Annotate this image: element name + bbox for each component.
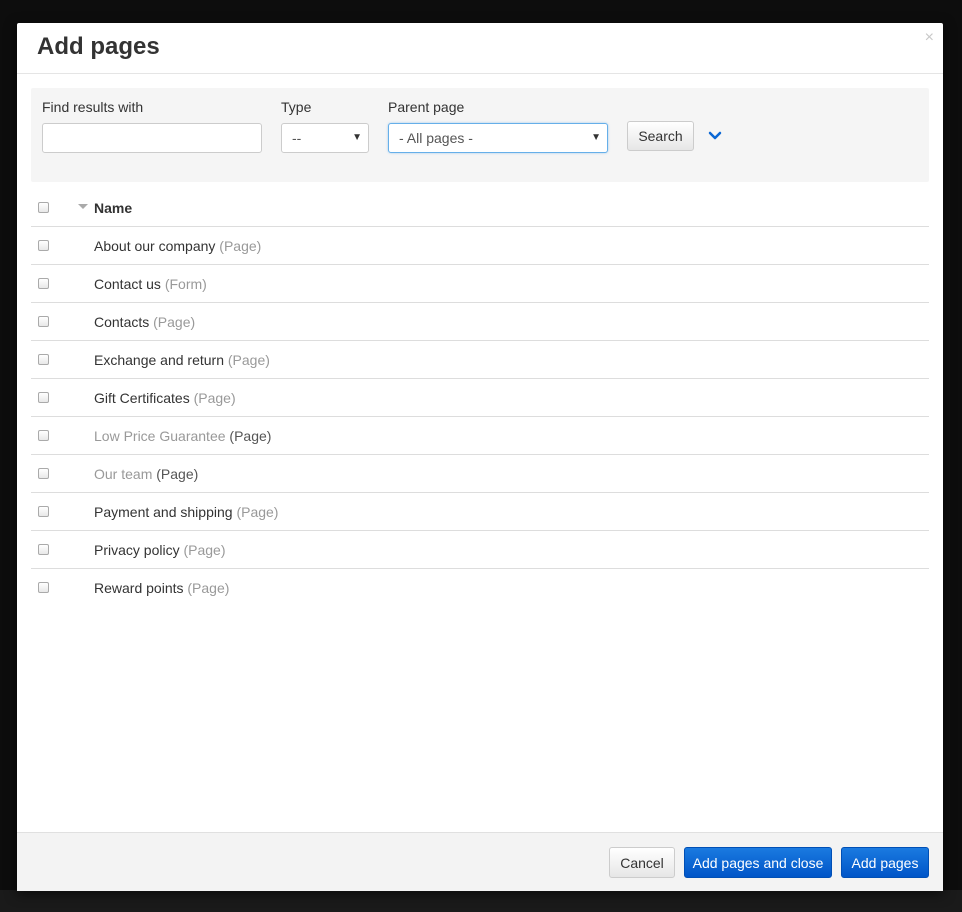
dialog-footer: Cancel Add pages and close Add pages	[17, 832, 943, 891]
page-name-link[interactable]: Payment and shipping	[94, 504, 233, 520]
dialog-title: Add pages	[37, 33, 160, 60]
page-type-label: (Page)	[236, 504, 279, 520]
row-checkbox[interactable]	[38, 316, 49, 327]
page-name-link[interactable]: Gift Certificates	[94, 390, 190, 406]
background-page	[0, 890, 962, 912]
dropdown-arrow-icon: ▼	[591, 132, 601, 143]
table-row: Contact us (Form)	[31, 265, 929, 303]
table-row: About our company (Page)	[31, 227, 929, 265]
add-pages-dialog: Add pages × Find results with Type -- ▼ …	[17, 23, 943, 891]
row-name-cell: Gift Certificates (Page)	[94, 390, 236, 406]
cancel-button[interactable]: Cancel	[609, 847, 675, 878]
page-name-link[interactable]: Exchange and return	[94, 352, 224, 368]
page-type-label: (Page)	[229, 428, 272, 444]
table-row: Low Price Guarantee (Page)	[31, 417, 929, 455]
table-row: Reward points (Page)	[31, 569, 929, 606]
table-row: Exchange and return (Page)	[31, 341, 929, 379]
type-select-value: --	[292, 130, 302, 146]
find-results-label: Find results with	[42, 99, 144, 115]
page-name-link[interactable]: Privacy policy	[94, 542, 180, 558]
page-type-label: (Page)	[193, 390, 236, 406]
parent-page-select[interactable]: - All pages - ▼	[388, 123, 608, 153]
parent-page-select-value: - All pages -	[399, 130, 473, 146]
dialog-header: Add pages ×	[17, 23, 943, 74]
table-row: Gift Certificates (Page)	[31, 379, 929, 417]
page-type-label: (Page)	[156, 466, 199, 482]
row-checkbox[interactable]	[38, 544, 49, 555]
search-button[interactable]: Search	[627, 121, 694, 151]
row-checkbox[interactable]	[38, 278, 49, 289]
row-name-cell: Reward points (Page)	[94, 580, 229, 596]
page-type-label: (Page)	[183, 542, 226, 558]
page-name-link[interactable]: Reward points	[94, 580, 184, 596]
row-checkbox[interactable]	[38, 468, 49, 479]
page-type-label: (Page)	[219, 238, 262, 254]
page-type-label: (Form)	[164, 276, 207, 292]
add-pages-and-close-button[interactable]: Add pages and close	[684, 847, 832, 878]
type-label: Type	[281, 99, 312, 115]
table-row: Contacts (Page)	[31, 303, 929, 341]
row-name-cell: Exchange and return (Page)	[94, 352, 270, 368]
chevron-down-icon[interactable]	[707, 128, 723, 144]
row-name-cell: Privacy policy (Page)	[94, 542, 226, 558]
find-results-input[interactable]	[42, 123, 262, 153]
row-checkbox[interactable]	[38, 240, 49, 251]
row-checkbox[interactable]	[38, 354, 49, 365]
row-name-cell: About our company (Page)	[94, 238, 261, 254]
table-row: Our team (Page)	[31, 455, 929, 493]
page-type-label: (Page)	[153, 314, 196, 330]
table-row: Payment and shipping (Page)	[31, 493, 929, 531]
row-name-cell: Payment and shipping (Page)	[94, 504, 278, 520]
row-checkbox[interactable]	[38, 392, 49, 403]
page-name-link[interactable]: About our company	[94, 238, 215, 254]
row-name-cell: Contacts (Page)	[94, 314, 195, 330]
search-filter-panel: Find results with Type -- ▼ Parent page …	[31, 88, 929, 182]
select-all-checkbox[interactable]	[38, 202, 49, 213]
page-type-label: (Page)	[227, 352, 270, 368]
sort-desc-icon[interactable]	[78, 204, 88, 209]
table-body: About our company (Page) Contact us (Form…	[31, 227, 929, 606]
dropdown-arrow-icon: ▼	[352, 132, 362, 143]
page-type-label: (Page)	[187, 580, 230, 596]
page-name-link[interactable]: Our team	[94, 466, 152, 482]
page-name-link[interactable]: Low Price Guarantee	[94, 428, 226, 444]
row-checkbox[interactable]	[38, 506, 49, 517]
table-row: Privacy policy (Page)	[31, 531, 929, 569]
table-header-row: Name	[31, 189, 929, 227]
page-name-link[interactable]: Contact us	[94, 276, 161, 292]
close-icon[interactable]: ×	[925, 29, 934, 47]
row-name-cell: Low Price Guarantee (Page)	[94, 428, 271, 444]
row-checkbox[interactable]	[38, 582, 49, 593]
parent-page-label: Parent page	[388, 99, 465, 115]
pages-table: Name About our company (Page) Contact us …	[31, 189, 929, 606]
column-header-name[interactable]: Name	[94, 200, 132, 216]
row-name-cell: Our team (Page)	[94, 466, 198, 482]
type-select[interactable]: -- ▼	[281, 123, 369, 153]
row-name-cell: Contact us (Form)	[94, 276, 207, 292]
add-pages-button[interactable]: Add pages	[841, 847, 929, 878]
row-checkbox[interactable]	[38, 430, 49, 441]
page-name-link[interactable]: Contacts	[94, 314, 149, 330]
